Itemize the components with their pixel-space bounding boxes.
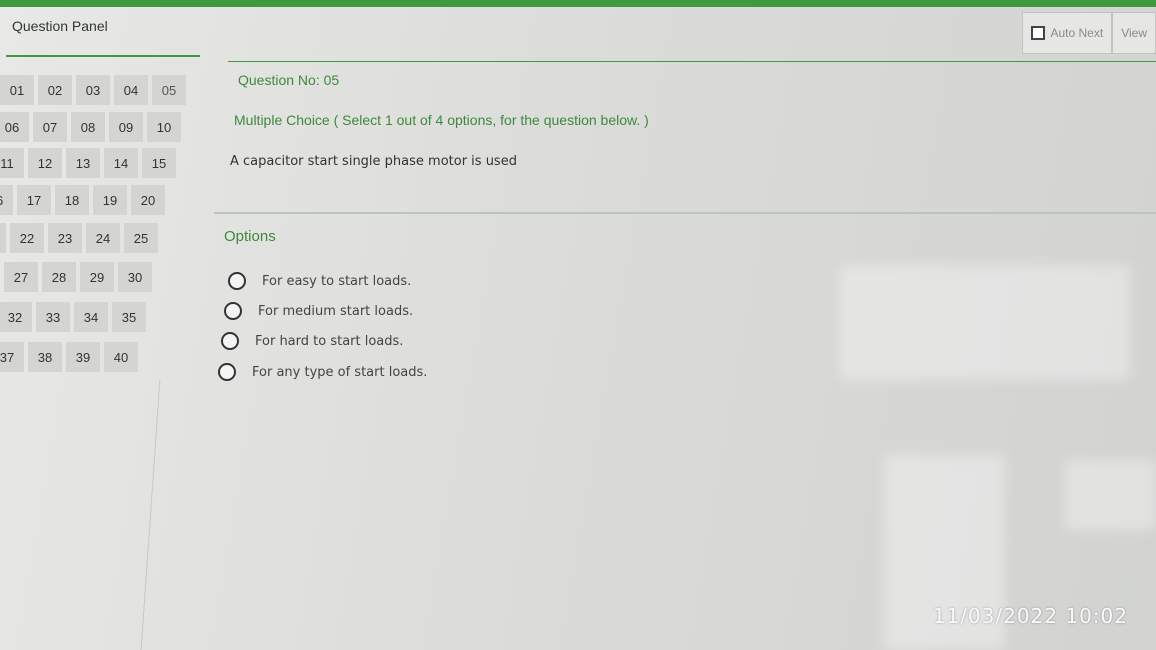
option-item[interactable]: For hard to start loads. [221, 332, 403, 350]
question-row: 21 22 23 24 25 [0, 223, 158, 253]
question-button[interactable]: 11 [0, 148, 24, 178]
question-button[interactable]: 18 [55, 185, 89, 215]
question-button[interactable]: 27 [4, 262, 38, 292]
panel-divider [6, 55, 200, 57]
question-button[interactable]: 03 [76, 75, 110, 105]
question-row: 31 32 33 34 35 [0, 302, 146, 332]
question-button[interactable]: 28 [42, 262, 76, 292]
screen-glare [840, 265, 1130, 380]
question-button[interactable]: 33 [36, 302, 70, 332]
question-button[interactable]: 13 [66, 148, 100, 178]
question-button[interactable]: 40 [104, 342, 138, 372]
option-item[interactable]: For easy to start loads. [228, 272, 411, 290]
question-button[interactable]: 35 [112, 302, 146, 332]
question-type: Multiple Choice ( Select 1 out of 4 opti… [234, 112, 649, 128]
auto-next-toggle[interactable]: Auto Next [1021, 12, 1113, 54]
question-row: 11 12 13 14 15 [0, 148, 176, 178]
question-row: 06 07 08 09 10 [0, 112, 181, 142]
question-button[interactable]: 38 [28, 342, 62, 372]
question-button[interactable]: 20 [131, 185, 165, 215]
option-label: For easy to start loads. [262, 273, 412, 289]
radio-button[interactable] [218, 363, 236, 381]
question-button[interactable]: 15 [142, 148, 176, 178]
section-divider [214, 212, 1156, 214]
question-button[interactable]: 22 [10, 223, 44, 253]
option-item[interactable]: For any type of start loads. [218, 363, 427, 381]
question-panel-title: Question Panel [12, 18, 108, 34]
question-button[interactable]: 21 [0, 223, 6, 253]
radio-button[interactable] [224, 302, 242, 320]
question-row: 36 37 38 39 40 [0, 342, 138, 372]
radio-button[interactable] [221, 332, 239, 350]
question-button[interactable]: 14 [104, 148, 138, 178]
option-label: For medium start loads. [258, 303, 414, 319]
question-button[interactable]: 17 [17, 185, 51, 215]
question-button[interactable]: 32 [0, 302, 32, 332]
question-button[interactable]: 16 [0, 185, 13, 215]
question-button[interactable]: 24 [86, 223, 120, 253]
question-button-current[interactable]: 05 [152, 75, 186, 105]
option-item[interactable]: For medium start loads. [224, 302, 413, 320]
question-button[interactable]: 34 [74, 302, 108, 332]
option-label: For hard to start loads. [255, 333, 404, 349]
question-button[interactable]: 37 [0, 342, 24, 372]
screen-glare [1065, 460, 1156, 530]
question-row: 01 02 03 04 05 [0, 75, 186, 105]
option-label: For any type of start loads. [252, 364, 428, 380]
question-button[interactable]: 08 [71, 112, 105, 142]
question-button[interactable]: 06 [0, 112, 29, 142]
question-number: Question No: 05 [238, 72, 340, 88]
question-button[interactable]: 12 [28, 148, 62, 178]
question-button[interactable]: 10 [147, 112, 181, 142]
top-accent-bar [0, 0, 1156, 7]
main-divider [228, 61, 1156, 62]
photo-timestamp: 11/03/2022 10:02 [932, 604, 1128, 628]
view-button[interactable]: View [1112, 12, 1156, 54]
question-button[interactable]: 25 [124, 223, 158, 253]
question-button[interactable]: 23 [48, 223, 82, 253]
options-title: Options [224, 228, 276, 245]
question-row: 16 17 18 19 20 [0, 185, 165, 215]
view-label: View [1121, 26, 1147, 40]
question-panel: Question Panel 01 02 03 04 05 06 07 08 0… [0, 7, 215, 650]
question-button[interactable]: 01 [0, 75, 34, 105]
auto-next-label: Auto Next [1050, 26, 1104, 40]
question-button[interactable]: 39 [66, 342, 100, 372]
question-button[interactable]: 04 [114, 75, 148, 105]
question-button[interactable]: 09 [109, 112, 143, 142]
question-button[interactable]: 02 [38, 75, 72, 105]
question-button[interactable]: 19 [93, 185, 127, 215]
question-button[interactable]: 30 [118, 262, 152, 292]
toolbar: Auto Next View [1021, 12, 1156, 54]
question-button[interactable]: 29 [80, 262, 114, 292]
question-row: 26 27 28 29 30 [0, 262, 152, 292]
question-button[interactable]: 07 [33, 112, 67, 142]
auto-next-checkbox[interactable] [1030, 26, 1045, 40]
question-text: A capacitor start single phase motor is … [230, 154, 517, 169]
radio-button[interactable] [228, 272, 246, 290]
